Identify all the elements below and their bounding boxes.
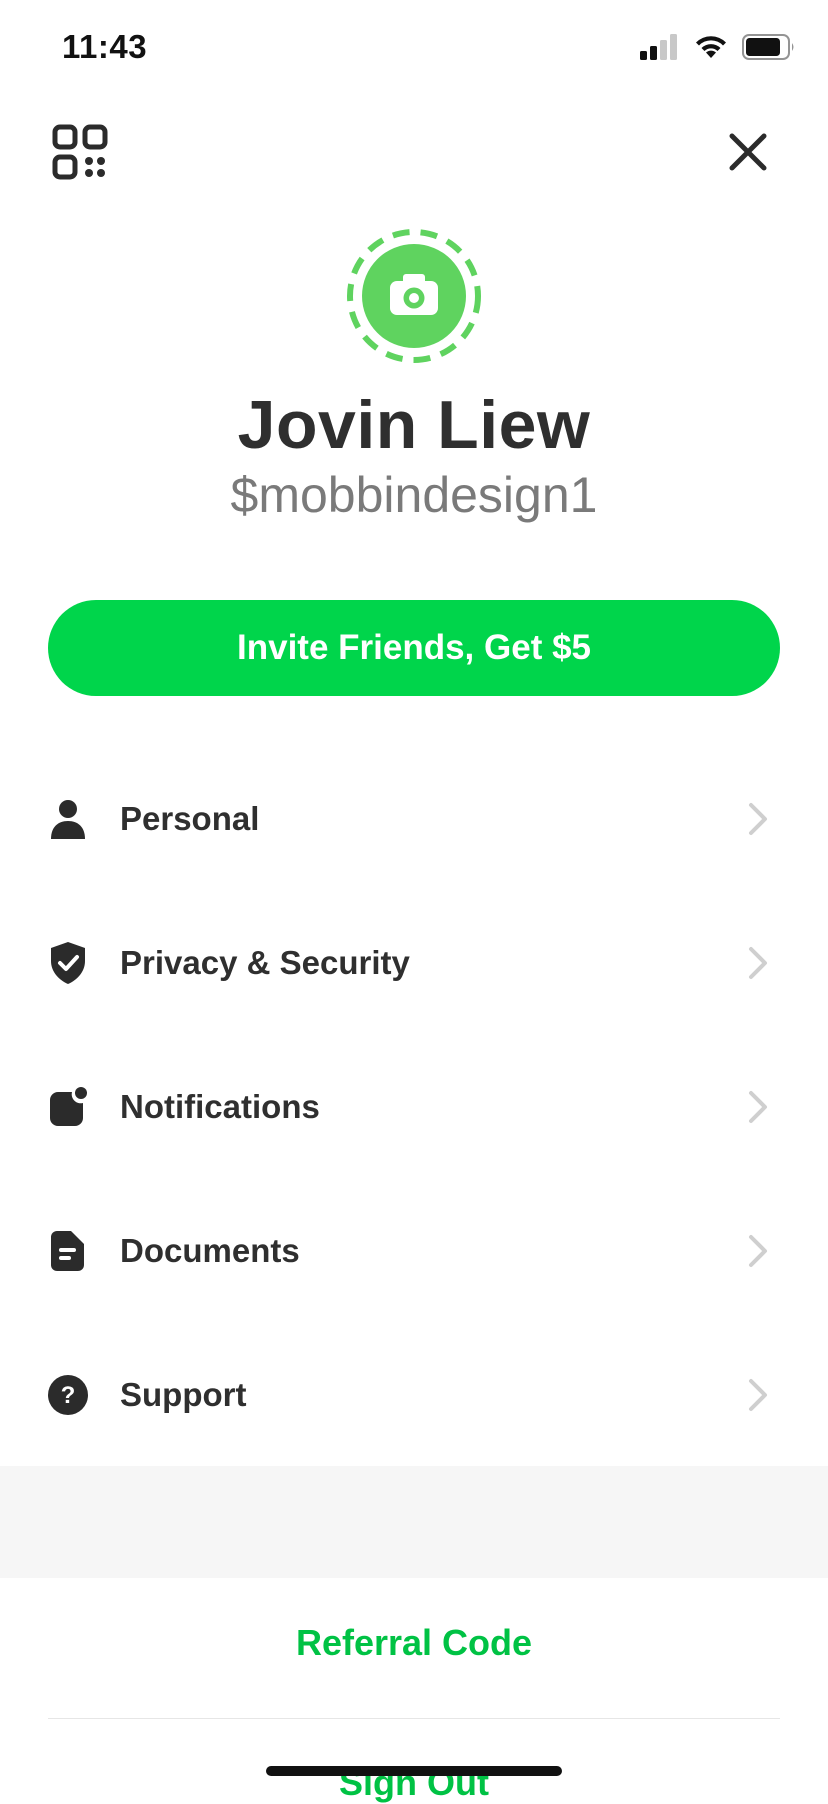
menu-item-notifications[interactable]: Notifications bbox=[0, 1035, 828, 1179]
document-icon bbox=[46, 1229, 90, 1273]
menu-label-documents: Documents bbox=[120, 1232, 300, 1269]
camera-icon bbox=[347, 229, 481, 363]
wifi-icon bbox=[696, 36, 726, 58]
shield-check-icon bbox=[46, 941, 90, 985]
help-icon: ? bbox=[46, 1373, 90, 1417]
cellular-signal-icon bbox=[640, 34, 677, 60]
menu-label-notifications: Notifications bbox=[120, 1088, 320, 1125]
notification-badge-icon bbox=[46, 1085, 90, 1129]
qr-code-icon bbox=[52, 124, 108, 180]
profile-name: Jovin Liew bbox=[237, 387, 591, 463]
status-icons bbox=[640, 34, 796, 60]
close-button[interactable] bbox=[724, 128, 772, 176]
menu-item-privacy-security[interactable]: Privacy & Security bbox=[0, 891, 828, 1035]
chevron-right-icon bbox=[749, 1235, 767, 1267]
invite-friends-button[interactable]: Invite Friends, Get $5 bbox=[48, 600, 780, 696]
avatar-upload[interactable] bbox=[344, 226, 484, 366]
menu-label-privacy-security: Privacy & Security bbox=[120, 944, 410, 981]
chevron-right-icon bbox=[749, 1091, 767, 1123]
chevron-right-icon bbox=[749, 947, 767, 979]
menu-item-documents[interactable]: Documents bbox=[0, 1179, 828, 1323]
menu-label-support: Support bbox=[120, 1376, 247, 1413]
divider bbox=[48, 1718, 780, 1719]
svg-text:?: ? bbox=[61, 1382, 76, 1409]
battery-icon bbox=[742, 34, 794, 60]
menu-item-personal[interactable]: Personal bbox=[0, 747, 828, 891]
menu-label-personal: Personal bbox=[120, 800, 260, 837]
qr-code-button[interactable] bbox=[52, 124, 108, 180]
chevron-right-icon bbox=[749, 803, 767, 835]
chevron-right-icon bbox=[749, 1379, 767, 1411]
section-separator bbox=[0, 1466, 828, 1578]
close-icon bbox=[729, 133, 767, 171]
person-icon bbox=[46, 797, 90, 841]
menu-item-support[interactable]: ? Support bbox=[0, 1323, 828, 1467]
referral-code-button[interactable]: Referral Code bbox=[0, 1622, 828, 1664]
home-indicator bbox=[266, 1766, 562, 1776]
profile-handle: $mobbindesign1 bbox=[230, 467, 598, 523]
status-time: 11:43 bbox=[62, 28, 148, 65]
